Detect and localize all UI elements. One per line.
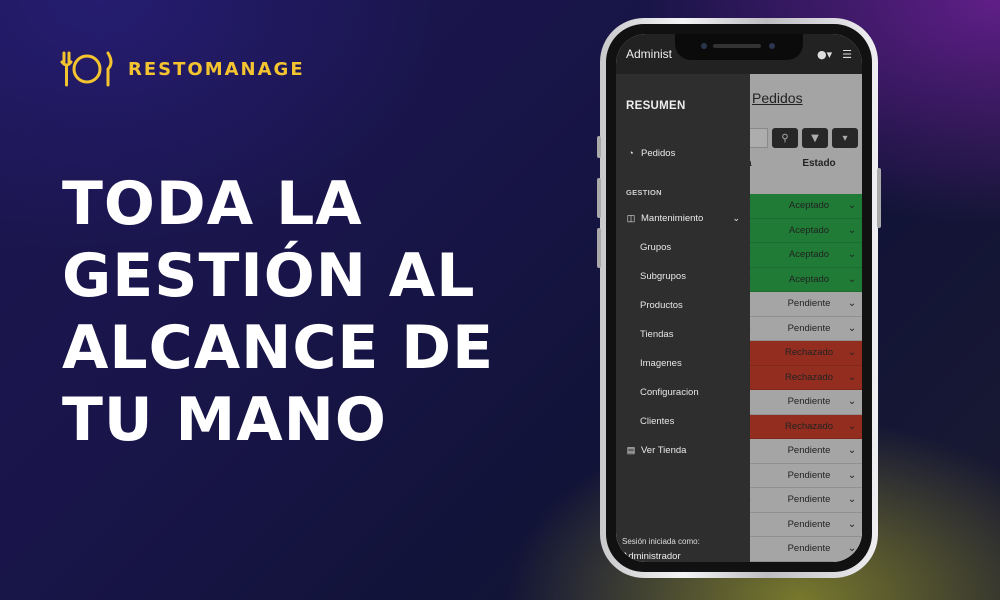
phone-mockup: Administ ●▾ ☰ Pedidos ⚲ ▼ ▾ ora Estado	[597, 18, 881, 578]
phone-notch	[675, 34, 803, 60]
order-status: Rechazado	[784, 420, 834, 432]
table-row[interactable]: 27Aceptado⌄	[736, 243, 862, 268]
session-user: Administrador	[622, 551, 681, 562]
table-row[interactable]: 17Aceptado⌄	[736, 218, 862, 243]
sidebar-item-grupos[interactable]: Grupos	[640, 242, 671, 253]
chevron-down-icon[interactable]: ⌄	[842, 470, 862, 481]
filter-icon: ▼	[811, 132, 819, 144]
table-row[interactable]: 5Rechazado⌄	[736, 414, 862, 439]
table-row[interactable]: 8Rechazado⌄	[736, 341, 862, 366]
chevron-down-icon[interactable]: ⌄	[842, 494, 862, 505]
sidebar-item-tiendas[interactable]: Tiendas	[640, 329, 673, 340]
caret-down-icon: ▾	[842, 132, 848, 144]
column-header: Estado	[802, 158, 836, 169]
table-row[interactable]: 35Pendiente⌄	[736, 512, 862, 537]
phone-side-button	[597, 178, 601, 218]
sidebar-item-pedidos[interactable]: ◔ Pedidos	[626, 148, 675, 159]
phone-side-button	[597, 136, 601, 158]
chevron-down-icon[interactable]: ⌄	[842, 396, 862, 407]
order-status: Pendiente	[787, 469, 831, 481]
sidebar-item-label: Mantenimiento	[641, 213, 704, 224]
table-row[interactable]: 10Aceptado⌄	[736, 267, 862, 292]
chevron-down-icon[interactable]: ⌄	[732, 213, 740, 224]
chevron-down-icon[interactable]: ⌄	[842, 323, 862, 334]
chevron-down-icon[interactable]: ⌄	[842, 445, 862, 456]
order-status: Aceptado	[788, 224, 830, 236]
table-row[interactable]: 34Pendiente⌄	[736, 488, 862, 513]
phone-side-button	[877, 168, 881, 228]
order-status: Pendiente	[787, 322, 831, 334]
order-status: Rechazado	[784, 371, 834, 383]
chevron-down-icon[interactable]: ⌄	[842, 347, 862, 358]
order-status: Rechazado	[784, 347, 834, 359]
headline-line: TU MANO	[62, 385, 387, 455]
columns-icon: ◫	[626, 213, 636, 223]
user-icon[interactable]: ●▾	[817, 48, 832, 61]
order-status: Pendiente	[787, 518, 831, 530]
phone-screen: Administ ●▾ ☰ Pedidos ⚲ ▼ ▾ ora Estado	[616, 34, 862, 562]
order-status: Aceptado	[788, 249, 830, 261]
order-status: Pendiente	[787, 494, 831, 506]
sidebar-item-clientes[interactable]: Clientes	[640, 416, 674, 427]
sidebar-item-configuracion[interactable]: Configuracion	[640, 387, 699, 398]
table-row[interactable]: 21Aceptado⌄	[736, 194, 862, 219]
sidebar-item-label: Ver Tienda	[641, 445, 687, 456]
phone-side-button	[597, 228, 601, 268]
session-label: Sesión iniciada como:	[622, 537, 700, 546]
chevron-down-icon[interactable]: ⌄	[842, 200, 862, 211]
dining-plate-icon	[60, 51, 113, 87]
chevron-down-icon[interactable]: ⌄	[842, 519, 862, 530]
order-status: Pendiente	[787, 543, 831, 555]
dashboard-icon: ◔	[628, 148, 634, 158]
brand: RESTOMANAGE	[60, 51, 305, 87]
order-status: Pendiente	[787, 445, 831, 457]
table-header: ora Estado	[736, 158, 862, 180]
app-title: Administ	[626, 47, 673, 61]
orders-table: 21Aceptado⌄17Aceptado⌄27Aceptado⌄10Acept…	[736, 194, 862, 562]
chevron-down-icon[interactable]: ⌄	[842, 225, 862, 236]
sidebar-item-ver-tienda[interactable]: ▤ Ver Tienda	[626, 445, 687, 456]
sidebar-item-mantenimiento[interactable]: ◫ Mantenimiento	[626, 213, 704, 224]
search-icon: ⚲	[781, 132, 789, 144]
order-status: Aceptado	[788, 200, 830, 212]
chevron-down-icon[interactable]: ⌄	[842, 543, 862, 554]
headline-line: ALCANCE DE	[62, 313, 495, 383]
headline-line: TODA LA	[62, 169, 363, 239]
table-row[interactable]: 7Rechazado⌄	[736, 365, 862, 390]
table-toolbar: ⚲ ▼ ▾	[736, 128, 862, 150]
order-status: Aceptado	[788, 273, 830, 285]
sidebar-heading: RESUMEN	[626, 100, 686, 112]
sidebar-item-productos[interactable]: Productos	[640, 300, 683, 311]
store-icon: ▤	[626, 445, 636, 455]
table-row[interactable]: 52Pendiente⌄	[736, 390, 862, 415]
table-row[interactable]: 29Pendiente⌄	[736, 292, 862, 317]
sidebar-item-label: Pedidos	[641, 148, 676, 159]
chevron-down-icon[interactable]: ⌄	[842, 421, 862, 432]
table-row[interactable]: 24Pendiente⌄	[736, 316, 862, 341]
table-row[interactable]: 35Pendiente⌄	[736, 463, 862, 488]
sidebar-section: GESTION	[626, 188, 662, 197]
table-row[interactable]: 25Pendiente⌄	[736, 561, 862, 562]
filter-button[interactable]: ▼	[802, 128, 828, 148]
page-title: Pedidos	[752, 90, 803, 106]
order-status: Pendiente	[787, 298, 831, 310]
brand-name: RESTOMANAGE	[128, 58, 305, 80]
chevron-down-icon[interactable]: ⌄	[842, 372, 862, 383]
table-row[interactable]: 33Pendiente⌄	[736, 537, 862, 562]
table-row[interactable]: 48Pendiente⌄	[736, 439, 862, 464]
chevron-down-icon[interactable]: ⌄	[842, 298, 862, 309]
sidebar-item-imagenes[interactable]: Imagenes	[640, 358, 682, 369]
hamburger-icon[interactable]: ☰	[842, 48, 852, 61]
chevron-down-icon[interactable]: ⌄	[842, 274, 862, 285]
dropdown-button[interactable]: ▾	[832, 128, 858, 148]
chevron-down-icon[interactable]: ⌄	[842, 249, 862, 260]
sidebar-item-subgrupos[interactable]: Subgrupos	[640, 271, 686, 282]
order-status: Pendiente	[787, 396, 831, 408]
headline: TODA LA GESTIÓN AL ALCANCE DE TU MANO	[62, 168, 582, 456]
headline-line: GESTIÓN AL	[62, 241, 476, 311]
search-button[interactable]: ⚲	[772, 128, 798, 148]
sidebar: RESUMEN ◔ Pedidos GESTION ◫ Mantenimient…	[616, 74, 750, 562]
